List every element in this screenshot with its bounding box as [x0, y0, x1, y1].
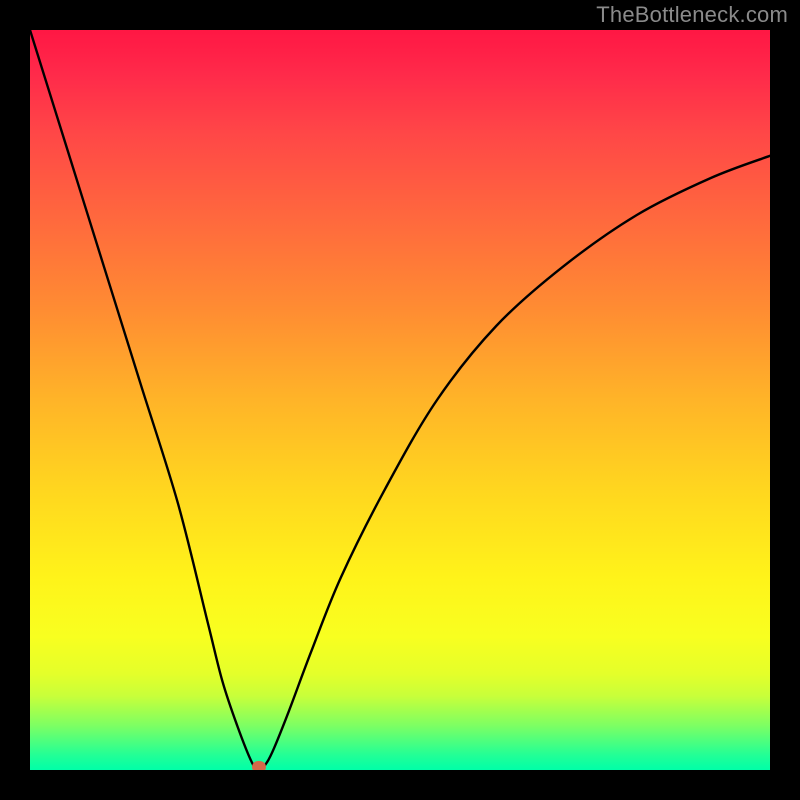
bottleneck-curve — [30, 30, 770, 770]
plot-area — [30, 30, 770, 770]
chart-frame: TheBottleneck.com — [0, 0, 800, 800]
watermark-label: TheBottleneck.com — [596, 2, 788, 28]
minimum-marker-icon — [252, 761, 266, 770]
